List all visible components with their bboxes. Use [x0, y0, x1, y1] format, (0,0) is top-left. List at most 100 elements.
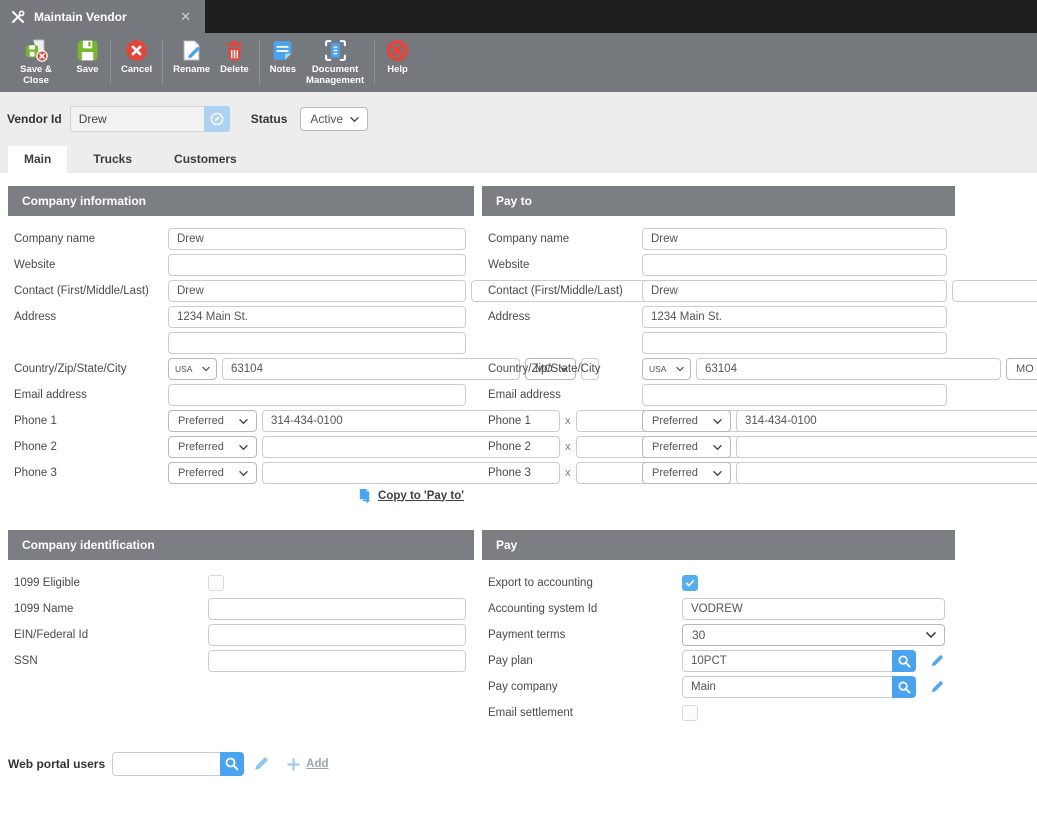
- pay-plan-edit-pencil-icon[interactable]: [929, 653, 945, 669]
- payto-phone3-number-input[interactable]: [736, 462, 1037, 484]
- payment-terms-label: Payment terms: [488, 629, 682, 641]
- phone2-type-select[interactable]: Preferred: [168, 436, 257, 458]
- email-label: Email address: [488, 389, 642, 401]
- web-portal-users-row: Web portal users Add: [8, 752, 1037, 776]
- address-label: Address: [14, 311, 168, 323]
- payto-phone1-type-select[interactable]: Preferred: [642, 410, 731, 432]
- notes-button[interactable]: Notes: [265, 33, 301, 92]
- copy-document-icon: [357, 488, 372, 503]
- rename-button[interactable]: Rename: [168, 33, 215, 92]
- company-identification-section: Company identification 1099 Eligible 109…: [8, 530, 474, 676]
- email-settlement-checkbox[interactable]: [682, 705, 698, 721]
- tab-customers[interactable]: Customers: [158, 146, 253, 173]
- zip-input[interactable]: [222, 358, 520, 380]
- ein-federal-id-input[interactable]: [208, 624, 466, 646]
- save-and-close-button[interactable]: Save & Close: [2, 33, 70, 92]
- phone2-label: Phone 2: [488, 441, 642, 453]
- payto-address-line1-input[interactable]: [642, 306, 947, 328]
- payto-company-name-input[interactable]: [642, 228, 947, 250]
- help-icon: [385, 38, 410, 65]
- pay-company-edit-pencil-icon[interactable]: [929, 679, 945, 695]
- compass-icon: [209, 111, 225, 127]
- payto-country-select[interactable]: USA: [642, 358, 691, 380]
- phone3-label: Phone 3: [488, 467, 642, 479]
- chevron-down-icon: [712, 418, 723, 425]
- window-title: Maintain Vendor: [34, 10, 168, 24]
- section-title: Pay: [482, 530, 955, 560]
- toolbar-separator: [374, 40, 375, 85]
- cancel-button[interactable]: Cancel: [116, 33, 157, 92]
- phone3-label: Phone 3: [14, 467, 168, 479]
- email-input[interactable]: [168, 384, 466, 406]
- copy-to-pay-to-link[interactable]: Copy to 'Pay to': [378, 490, 464, 502]
- section-title: Company identification: [8, 530, 474, 560]
- payto-address-line2-input[interactable]: [642, 332, 947, 354]
- payto-contact-middle-input[interactable]: [952, 280, 1037, 302]
- payto-email-input[interactable]: [642, 384, 947, 406]
- export-to-accounting-checkbox[interactable]: [682, 575, 698, 591]
- tab-main[interactable]: Main: [8, 146, 67, 173]
- address-line2-input[interactable]: [168, 332, 466, 354]
- email-label: Email address: [14, 389, 168, 401]
- payto-website-input[interactable]: [642, 254, 947, 276]
- save-button[interactable]: Save: [70, 33, 105, 92]
- help-button[interactable]: Help: [380, 33, 415, 92]
- chevron-down-icon: [238, 418, 249, 425]
- tab-strip: Main Trucks Customers: [8, 146, 1037, 173]
- contact-first-input[interactable]: [168, 280, 466, 302]
- web-portal-users-lookup-button[interactable]: [220, 752, 244, 776]
- record-header-band: Vendor Id Status Active Main Trucks Cust…: [0, 92, 1037, 173]
- pay-company-lookup-button[interactable]: [892, 676, 916, 698]
- pay-to-section: Pay to Company name Website Contact (Fir…: [482, 186, 955, 488]
- tab-trucks[interactable]: Trucks: [77, 146, 148, 173]
- payto-phone1-number-input[interactable]: [736, 410, 1037, 432]
- window-tab-maintain-vendor[interactable]: Maintain Vendor ✕: [0, 0, 205, 33]
- document-management-icon: [323, 38, 348, 65]
- payto-phone3-type-select[interactable]: Preferred: [642, 462, 731, 484]
- add-web-portal-user-link[interactable]: Add: [286, 757, 328, 772]
- pay-company-label: Pay company: [488, 681, 682, 693]
- plus-icon: [286, 757, 301, 772]
- contact-label: Contact (First/Middle/Last): [14, 285, 168, 297]
- search-icon: [224, 756, 240, 772]
- company-name-input[interactable]: [168, 228, 466, 250]
- pay-plan-lookup-button[interactable]: [892, 650, 916, 672]
- payto-state-select[interactable]: MO: [1006, 358, 1037, 380]
- 1099-eligible-checkbox[interactable]: [208, 575, 224, 591]
- cancel-icon: [124, 38, 149, 65]
- delete-button[interactable]: Delete: [215, 33, 254, 92]
- email-settlement-label: Email settlement: [488, 707, 682, 719]
- web-portal-users-label: Web portal users: [8, 757, 105, 771]
- export-to-accounting-label: Export to accounting: [488, 577, 682, 589]
- payto-contact-first-input[interactable]: [642, 280, 947, 302]
- pay-plan-input[interactable]: [682, 650, 892, 672]
- payto-phone2-type-select[interactable]: Preferred: [642, 436, 731, 458]
- status-select[interactable]: Active: [300, 107, 368, 131]
- title-bar: Maintain Vendor ✕: [0, 0, 1037, 33]
- toolbar-separator: [162, 40, 163, 85]
- web-portal-users-edit-pencil-icon[interactable]: [252, 755, 270, 773]
- address-line1-input[interactable]: [168, 306, 466, 328]
- vendor-id-input[interactable]: [70, 106, 204, 132]
- phone1-label: Phone 1: [488, 415, 642, 427]
- toolbar-separator: [110, 40, 111, 85]
- document-management-button[interactable]: Document Management: [301, 33, 369, 92]
- payto-phone2-number-input[interactable]: [736, 436, 1037, 458]
- ssn-input[interactable]: [208, 650, 466, 672]
- accounting-system-id-input[interactable]: [682, 598, 945, 620]
- delete-icon: [222, 38, 247, 65]
- 1099-name-input[interactable]: [208, 598, 466, 620]
- payment-terms-select[interactable]: 30: [682, 624, 945, 646]
- save-close-icon: [24, 38, 49, 65]
- website-input[interactable]: [168, 254, 466, 276]
- phone1-type-select[interactable]: Preferred: [168, 410, 257, 432]
- vendor-lookup-button[interactable]: [204, 106, 230, 132]
- payto-zip-input[interactable]: [696, 358, 1001, 380]
- country-select[interactable]: USA: [168, 358, 217, 380]
- web-portal-users-input[interactable]: [112, 752, 220, 776]
- chevron-down-icon: [201, 366, 211, 372]
- phone3-type-select[interactable]: Preferred: [168, 462, 257, 484]
- ssn-label: SSN: [14, 655, 208, 667]
- close-icon[interactable]: ✕: [176, 9, 195, 25]
- pay-company-input[interactable]: [682, 676, 892, 698]
